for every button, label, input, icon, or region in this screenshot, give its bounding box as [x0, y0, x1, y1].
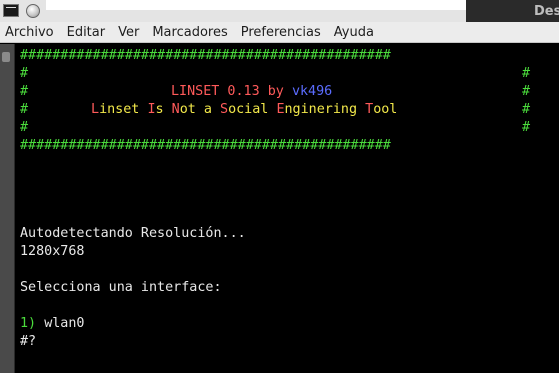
tagline-word: ool [373, 102, 398, 117]
banner-title: LINSET 0.13 by vk496 [171, 83, 332, 101]
window-title: Des [534, 4, 559, 19]
title-bar: Des [0, 0, 559, 22]
option-name: wlan0 [44, 316, 85, 331]
menu-ver[interactable]: Ver [118, 25, 139, 40]
tagline-cap: I [147, 102, 156, 117]
tagline-cap: S [220, 102, 229, 117]
tagline-cap: T [365, 102, 374, 117]
banner-border-bottom: ########################################… [20, 138, 391, 153]
tagline-word: ot [179, 102, 196, 117]
menu-preferencias[interactable]: Preferencias [241, 25, 321, 40]
banner-side-left: # [20, 102, 29, 117]
menu-archivo[interactable]: Archivo [5, 25, 54, 40]
detecting-text: Autodetectando Resolución... [20, 226, 246, 241]
resolution-text: 1280x768 [20, 244, 85, 259]
author-name: vk496 [291, 84, 333, 99]
banner-side-left: # [20, 66, 29, 81]
banner-side-right: # [522, 66, 531, 81]
banner-side-right: # [522, 120, 531, 135]
tagline-word: s [155, 102, 164, 117]
option-index: 1) [20, 316, 37, 331]
tagline-cap: L [91, 102, 100, 117]
terminal-icon[interactable] [3, 4, 19, 17]
app-name: LINSET 0.13 [171, 84, 260, 99]
terminal-area[interactable]: ########################################… [15, 44, 559, 373]
interface-option: 1) wlan0 [20, 315, 85, 333]
banner-tagline: Linset Is Not a Social Enginering Tool [91, 101, 397, 119]
menu-ayuda[interactable]: Ayuda [334, 25, 374, 40]
by-text: by [267, 84, 284, 99]
tagline-word: inset [99, 102, 140, 117]
scrollbar-thumb[interactable] [2, 52, 10, 62]
menu-editar[interactable]: Editar [67, 25, 106, 40]
menu-bar: Archivo Editar Ver Marcadores Preferenci… [0, 22, 559, 43]
banner-side-right: # [522, 102, 531, 117]
tagline-word: ocial [228, 102, 269, 117]
banner-border-top: ########################################… [20, 48, 391, 63]
tagline-cap: N [171, 102, 180, 117]
window-button[interactable] [26, 4, 40, 18]
banner-side-left: # [20, 84, 29, 99]
input-prompt[interactable]: #? [20, 333, 36, 351]
tagline-cap: E [276, 102, 285, 117]
select-prompt: Selecciona una interface: [20, 280, 222, 295]
tagline-word: a [203, 102, 212, 117]
banner-side-left: # [20, 120, 29, 135]
banner-side-right: # [522, 84, 531, 99]
titlebar-gap [46, 0, 466, 10]
tagline-word: nginering [284, 102, 358, 117]
menu-marcadores[interactable]: Marcadores [152, 25, 227, 40]
scrollbar[interactable] [0, 44, 15, 373]
